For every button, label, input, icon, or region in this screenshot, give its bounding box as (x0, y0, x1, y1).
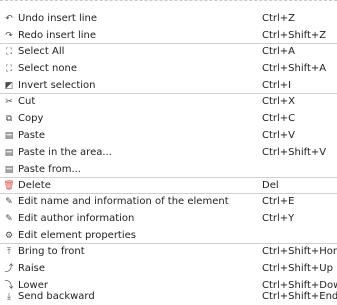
paste-area-icon: ▤ (4, 148, 14, 158)
menu-item-delete[interactable]: 🗑 Delete Del (0, 178, 337, 194)
menu-item-label: Redo insert line (18, 30, 97, 41)
menu-item-shortcut: Ctrl+I (262, 80, 292, 91)
menu-item-label: Invert selection (18, 80, 96, 91)
menu-item-paste[interactable]: ▤ Paste Ctrl+V (0, 128, 337, 144)
menu-item-label: Paste in the area... (18, 147, 112, 158)
menu-item-edit-name-info[interactable]: ✎ Edit name and information of the eleme… (0, 194, 337, 210)
menu-item-label: Paste from... (18, 164, 81, 175)
menu-item-shortcut: Ctrl+Shift+End (262, 291, 337, 302)
invert-selection-icon: ◩ (4, 81, 14, 91)
menu-item-label: Select All (18, 46, 65, 57)
menu-item-shortcut: Ctrl+X (262, 96, 296, 107)
select-all-icon: ⛶ (5, 47, 13, 57)
menu-item-shortcut: Ctrl+Shift+V (262, 147, 327, 158)
copy-icon: ⧉ (5, 114, 13, 124)
menu-item-shortcut: Ctrl+Shift+A (262, 63, 327, 74)
menu-item-label: Edit name and information of the element (18, 196, 229, 207)
menu-item-shortcut: Ctrl+Shift+Z (262, 30, 327, 41)
menu-item-redo[interactable]: ↷ Redo insert line Ctrl+Shift+Z (0, 28, 337, 44)
menu-item-bring-to-front[interactable]: ⤒ Bring to front Ctrl+Shift+Home (0, 244, 337, 260)
redo-icon: ↷ (5, 31, 13, 41)
menu-item-copy[interactable]: ⧉ Copy Ctrl+C (0, 111, 337, 127)
menu-item-label: Edit element properties (18, 230, 136, 241)
menu-item-shortcut: Ctrl+Shift+Home (262, 246, 337, 257)
menu-item-shortcut: Ctrl+V (262, 130, 296, 141)
menu-item-shortcut: Ctrl+Y (262, 213, 295, 224)
paste-from-icon: ▤ (4, 165, 14, 175)
edit-author-icon: ✎ (5, 214, 13, 224)
menu-item-paste-in-area[interactable]: ▤ Paste in the area... Ctrl+Shift+V (0, 145, 337, 161)
edit-properties-icon: ⚙ (4, 231, 14, 241)
menu-item-select-all[interactable]: ⛶ Select All Ctrl+A (0, 44, 337, 60)
menu-item-label: Delete (18, 180, 51, 191)
menu-item-shortcut: Ctrl+Shift+Up (262, 263, 333, 274)
menu-item-shortcut: Del (262, 180, 279, 191)
menu-item-select-none[interactable]: ⛶ Select none Ctrl+Shift+A (0, 61, 337, 77)
menu-item-label: Undo insert line (18, 13, 98, 24)
send-backward-icon: ⤓ (7, 292, 11, 302)
menu-item-label: Select none (18, 63, 77, 74)
menu-item-edit-element-properties[interactable]: ⚙ Edit element properties (0, 228, 337, 244)
menu-item-send-backward[interactable]: ⤓ Send backward Ctrl+Shift+End (0, 289, 337, 305)
cut-icon: ✂ (5, 97, 13, 107)
menu-item-invert-selection[interactable]: ◩ Invert selection Ctrl+I (0, 78, 337, 94)
menu-item-shortcut: Ctrl+A (262, 46, 296, 57)
paste-icon: ▤ (4, 131, 14, 141)
menu-item-shortcut: Ctrl+C (262, 113, 296, 124)
menu-item-label: Raise (18, 263, 45, 274)
menu-item-label: Cut (18, 96, 36, 107)
menu-item-shortcut: Ctrl+Z (262, 13, 296, 24)
menu-item-raise[interactable]: ⤴ Raise Ctrl+Shift+Up (0, 261, 337, 277)
menu-item-label: Send backward (18, 291, 95, 302)
menu-item-label: Edit author information (18, 213, 135, 224)
menu-item-label: Copy (18, 113, 44, 124)
menu-item-edit-author-info[interactable]: ✎ Edit author information Ctrl+Y (0, 211, 337, 227)
edit-context-menu: ↶ Undo insert line Ctrl+Z ↷ Redo insert … (0, 0, 337, 304)
menu-item-label: Paste (18, 130, 45, 141)
menu-item-cut[interactable]: ✂ Cut Ctrl+X (0, 94, 337, 110)
edit-name-icon: ✎ (5, 197, 13, 207)
menu-item-shortcut: Ctrl+E (262, 196, 295, 207)
menu-item-undo[interactable]: ↶ Undo insert line Ctrl+Z (0, 11, 337, 27)
delete-icon: 🗑 (3, 181, 15, 191)
menu-item-label: Bring to front (18, 246, 85, 257)
select-none-icon: ⛶ (5, 64, 13, 74)
menu-item-paste-from[interactable]: ▤ Paste from... (0, 162, 337, 178)
raise-icon: ⤴ (4, 264, 14, 274)
undo-icon: ↶ (5, 14, 13, 24)
bring-to-front-icon: ⤒ (7, 247, 11, 257)
